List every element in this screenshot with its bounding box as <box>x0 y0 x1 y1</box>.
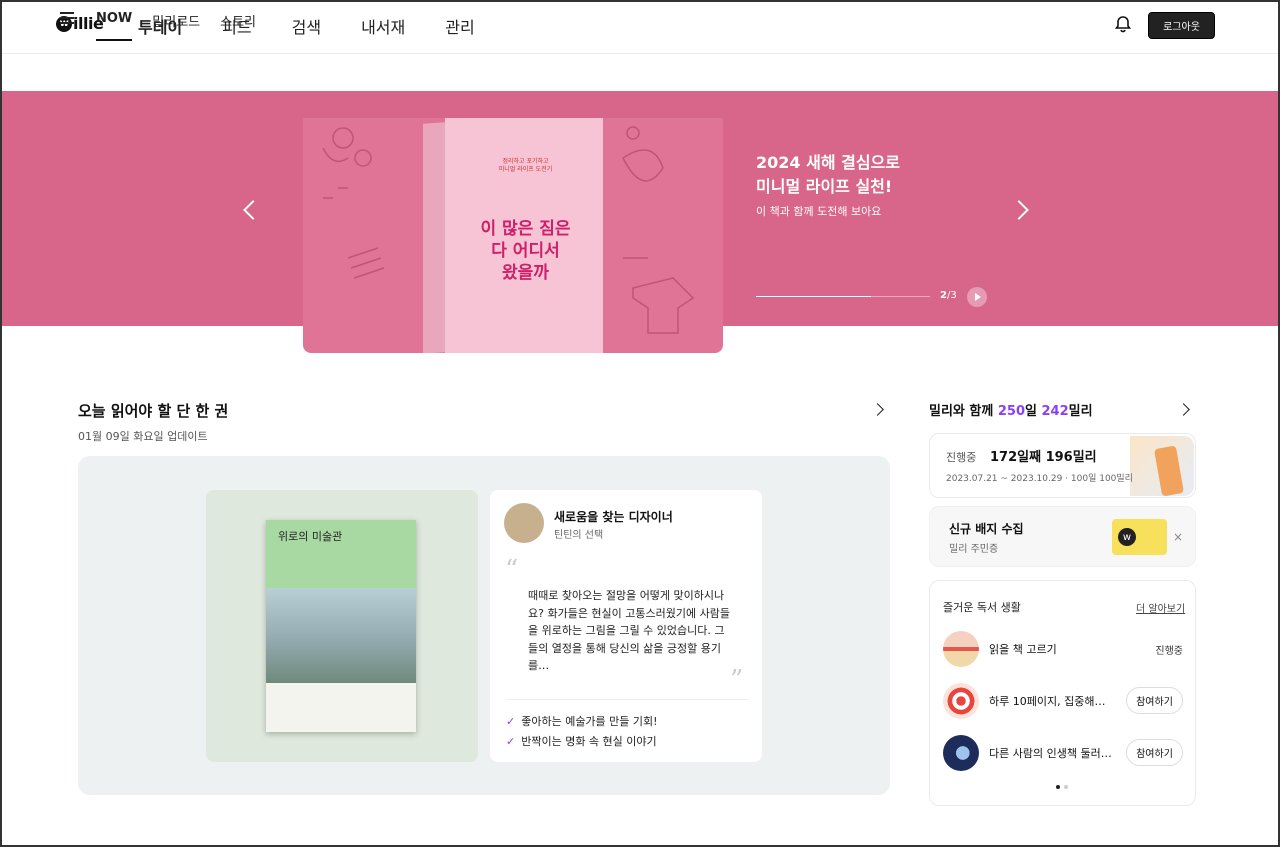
reading-life-more-link[interactable]: 더 알아보기 <box>1136 600 1185 615</box>
tab-now[interactable]: NOW <box>96 11 133 41</box>
close-quote-icon: ” <box>730 665 744 695</box>
book-title: 이 많은 짐은 다 어디서 왔을까 <box>480 219 571 284</box>
hero-progress-fill <box>756 296 871 297</box>
progress-value: 172일째 196밀리 <box>990 450 1097 465</box>
list-item[interactable]: 하루 10페이지, 집중해서 … 참여하기 <box>943 683 1183 719</box>
list-item-name: 다른 사람의 인생책 둘러… <box>989 747 1112 760</box>
list-item-name: 하루 10페이지, 집중해서 … <box>989 695 1114 708</box>
book-subtitle: 정리하고 포기하고 미니멀 라이프 도전기 <box>498 158 553 174</box>
bell-icon[interactable] <box>1114 15 1132 33</box>
daily-pick-updated: 01월 09일 화요일 업데이트 <box>78 430 208 443</box>
divider <box>506 699 748 700</box>
tab-story[interactable]: 스토리 <box>220 11 256 41</box>
check-item: ✓ 좋아하는 예술가를 만들 기회! <box>506 713 658 729</box>
list-item[interactable]: 읽을 책 고르기 진행중 <box>943 631 1183 667</box>
badge-subtitle: 밀리 주민증 <box>949 544 999 555</box>
daily-pick-card <box>78 456 890 795</box>
hero-subtitle: 이 책과 함께 도전해 보아요 <box>756 205 882 218</box>
hero-pager: 2/3 <box>940 290 957 301</box>
menu-manage[interactable]: 관리 <box>445 14 474 38</box>
hero-text: 2024 새해 결심으로 미니멀 라이프 실천! 이 책과 함께 도전해 보아요 <box>756 151 900 219</box>
daily-book-card[interactable]: 위로의 미술관 <box>206 490 478 762</box>
tab-millie-road[interactable]: 밀리로드 <box>152 11 200 41</box>
book-stack-icon <box>943 631 979 667</box>
progress-dates: 2023.07.21 ~ 2023.10.29 · 100일 100밀리 <box>946 474 1133 484</box>
list-item-status: 진행중 <box>1155 646 1183 657</box>
list-item-name: 읽을 책 고르기 <box>989 643 1057 656</box>
join-button[interactable]: 참여하기 <box>1126 687 1183 714</box>
carousel-dots <box>1056 785 1068 789</box>
menu-library[interactable]: 내서재 <box>361 14 405 38</box>
pager-current: 2 <box>940 290 947 301</box>
sub-navigation <box>2 54 1278 91</box>
pager-total: 3 <box>950 290 957 301</box>
close-icon[interactable]: × <box>1173 530 1183 544</box>
daily-book-cover: 위로의 미술관 <box>266 520 416 732</box>
progress-label: 진행중 <box>946 451 977 464</box>
curator-quote: 때때로 찾아오는 절망을 어떻게 맞이하시나요? 화가들은 현실이 고통스러웠기… <box>528 589 730 673</box>
sub-tabs: NOW 밀리로드 스토리 <box>96 11 276 41</box>
millie-id-badge-icon: w <box>1112 519 1167 555</box>
millie-stats-title: 밀리와 함께 250일 242밀리 <box>929 404 1093 419</box>
hamburger-menu-icon[interactable] <box>60 12 74 24</box>
check-icon: ✓ <box>506 735 516 748</box>
dot-active[interactable] <box>1056 785 1060 789</box>
badge-title: 신규 배지 수집 <box>949 522 1024 536</box>
menu-search[interactable]: 검색 <box>292 14 321 38</box>
reading-life-title: 즐거운 독서 생활 <box>943 601 1021 614</box>
check-text: 반짝이는 명화 속 현실 이야기 <box>521 735 657 748</box>
hero-title: 2024 새해 결심으로 미니멀 라이프 실천! <box>756 153 900 196</box>
check-text: 좋아하는 예술가를 만들 기회! <box>521 715 658 728</box>
join-button[interactable]: 참여하기 <box>1126 739 1183 766</box>
curator-role: 틴틴의 선택 <box>554 530 604 541</box>
curator-name: 새로움을 찾는 디자이너 <box>554 510 673 524</box>
check-icon: ✓ <box>506 715 516 728</box>
hero-book-illustration[interactable]: 정리하고 포기하고 미니멀 라이프 도전기 이 많은 짐은 다 어디서 왔을까 <box>303 118 723 353</box>
play-icon[interactable] <box>967 287 987 307</box>
list-item[interactable]: 다른 사람의 인생책 둘러… 참여하기 <box>943 735 1183 771</box>
target-icon <box>943 683 979 719</box>
compass-icon <box>943 735 979 771</box>
book-cover: 정리하고 포기하고 미니멀 라이프 도전기 이 많은 짐은 다 어디서 왔을까 <box>423 118 603 353</box>
curator-avatar <box>504 503 544 543</box>
daily-book-title: 위로의 미술관 <box>278 530 343 543</box>
dot[interactable] <box>1064 785 1068 789</box>
painting-image <box>266 588 416 683</box>
logout-button[interactable]: 로그아웃 <box>1148 12 1215 39</box>
check-item: ✓ 반짝이는 명화 속 현실 이야기 <box>506 733 657 749</box>
open-quote-icon: “ <box>505 555 519 585</box>
hero-progress-bar <box>756 296 930 297</box>
daily-pick-title: 오늘 읽어야 할 단 한 권 <box>78 402 229 420</box>
